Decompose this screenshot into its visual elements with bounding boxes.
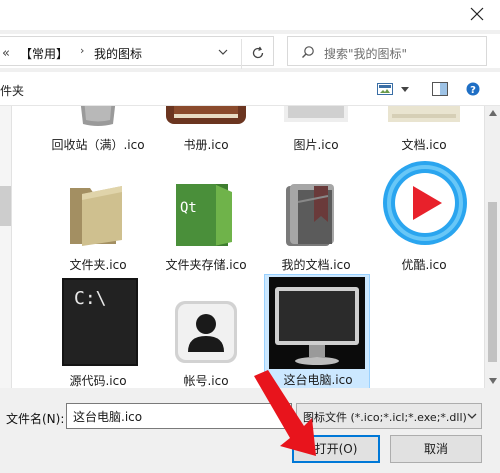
scroll-down-icon[interactable] bbox=[489, 378, 497, 384]
account-icon bbox=[175, 301, 237, 363]
recycle-bin-icon bbox=[80, 106, 116, 126]
scroll-up-icon[interactable] bbox=[489, 110, 497, 116]
overflow-chevron-icon[interactable]: « bbox=[2, 46, 10, 61]
file-item-folder[interactable]: 文件夹.ico bbox=[46, 174, 150, 274]
file-label: 源代码.ico bbox=[69, 374, 127, 388]
refresh-button[interactable] bbox=[241, 39, 274, 69]
search-input[interactable]: 搜索"我的图标" bbox=[287, 36, 487, 66]
file-item-book[interactable]: 书册.ico bbox=[154, 106, 258, 156]
file-label: 回收站（满）.ico bbox=[51, 138, 145, 152]
file-label: 我的文档.ico bbox=[281, 258, 351, 272]
qt-text: Qt bbox=[180, 200, 197, 216]
document-icon bbox=[388, 106, 460, 122]
preview-pane-icon[interactable] bbox=[432, 82, 448, 96]
file-item-recycle-bin[interactable]: 回收站（满）.ico bbox=[46, 106, 150, 156]
annotation-arrow-icon bbox=[254, 370, 316, 456]
search-placeholder: 搜索"我的图标" bbox=[324, 47, 408, 61]
new-folder-button[interactable]: 件夹 bbox=[0, 82, 24, 99]
monitor-icon bbox=[269, 277, 365, 369]
file-item-folder-storage[interactable]: Qt 文件夹存储.ico bbox=[154, 174, 258, 274]
refresh-icon bbox=[252, 46, 264, 59]
file-type-value: 图标文件 (*.ico;*.icl;*.exe;*.dll) bbox=[303, 411, 467, 424]
view-dropdown-icon[interactable] bbox=[401, 87, 409, 92]
help-icon[interactable]: ? bbox=[466, 82, 480, 96]
file-label: 图片.ico bbox=[293, 138, 339, 152]
file-item-my-documents[interactable]: 我的文档.ico bbox=[264, 174, 368, 274]
toolbar: 件夹 ? bbox=[0, 72, 500, 106]
file-label: 文件夹.ico bbox=[69, 258, 127, 272]
terminal-text: C:\ bbox=[74, 288, 107, 309]
picture-icon bbox=[284, 106, 348, 122]
file-label: 文件夹存储.ico bbox=[165, 258, 247, 272]
close-icon[interactable] bbox=[466, 3, 488, 25]
breadcrumb-item-my-icons[interactable]: 我的图标 bbox=[94, 45, 142, 62]
vertical-scrollbar[interactable] bbox=[484, 106, 500, 388]
file-label: 文档.ico bbox=[401, 138, 447, 152]
breadcrumb-item-common[interactable]: 【常用】 bbox=[20, 45, 68, 62]
scrollbar-thumb[interactable] bbox=[488, 202, 497, 362]
youku-icon bbox=[383, 161, 467, 245]
file-label: 优酷.ico bbox=[401, 258, 447, 272]
address-bar: « 【常用】 › 我的图标 搜索"我的图标" bbox=[0, 34, 500, 69]
my-documents-icon bbox=[286, 184, 334, 246]
cancel-button[interactable]: 取消 bbox=[390, 435, 482, 463]
file-item-pictures[interactable]: 图片.ico bbox=[264, 106, 368, 156]
file-list[interactable]: 回收站（满）.ico 书册.ico 图片.ico 文档.ico 文件夹.ico bbox=[12, 106, 484, 388]
file-item-youku[interactable]: 优酷.ico bbox=[372, 156, 476, 274]
file-label: 书册.ico bbox=[183, 138, 229, 152]
folder-icon bbox=[70, 186, 122, 246]
search-icon bbox=[302, 46, 314, 58]
view-options-icon[interactable] bbox=[377, 83, 393, 95]
file-type-select[interactable]: 图标文件 (*.ico;*.icl;*.exe;*.dll) bbox=[296, 403, 482, 429]
address-dropdown-icon[interactable] bbox=[218, 48, 228, 56]
book-icon bbox=[166, 106, 246, 124]
file-item-source-code[interactable]: C:\ 源代码.ico bbox=[46, 274, 150, 388]
sidebar-scrollbar-thumb[interactable] bbox=[0, 186, 11, 226]
svg-text:?: ? bbox=[470, 85, 476, 96]
breadcrumb[interactable]: « 【常用】 › 我的图标 bbox=[0, 36, 274, 69]
navigation-pane[interactable] bbox=[0, 106, 12, 388]
file-type-dropdown-icon[interactable] bbox=[467, 413, 477, 420]
filename-label: 文件名(N): bbox=[6, 412, 65, 426]
breadcrumb-separator-icon[interactable]: › bbox=[80, 44, 84, 57]
title-bar bbox=[0, 0, 500, 30]
file-item-documents[interactable]: 文档.ico bbox=[372, 106, 476, 156]
file-item-account[interactable]: 帐号.ico bbox=[154, 274, 258, 388]
